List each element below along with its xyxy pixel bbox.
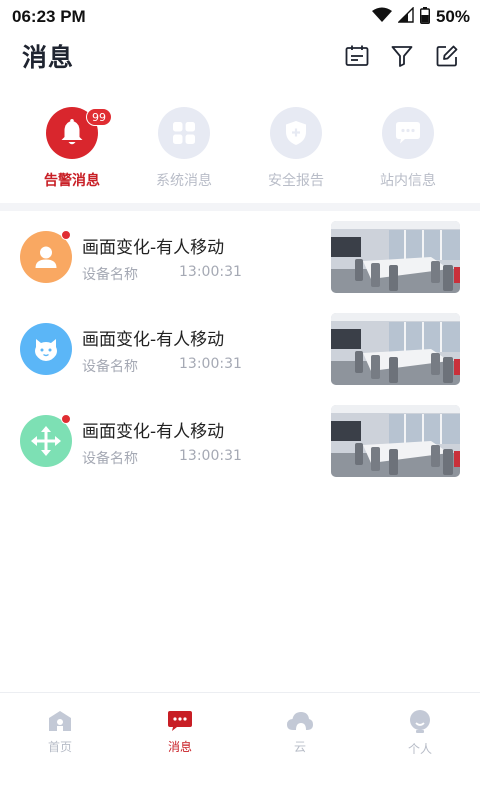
nav-profile[interactable]: 个人 <box>360 693 480 800</box>
nav-home[interactable]: 首页 <box>0 693 120 800</box>
tab-security-report[interactable]: 安全报告 <box>240 100 352 200</box>
message-device: 设备名称 <box>82 267 138 283</box>
pet-face-icon <box>35 339 57 361</box>
tab-label: 告警消息 <box>44 173 100 189</box>
chat-bubble-icon <box>396 122 420 144</box>
message-time: 13:00:31 <box>179 356 242 372</box>
edit-icon <box>436 45 458 67</box>
wifi-icon <box>371 7 392 27</box>
shield-icon <box>286 121 306 145</box>
header: 消息 <box>0 34 480 78</box>
message-icon <box>168 711 192 731</box>
cell-signal-icon <box>397 6 414 27</box>
security-category-circle <box>270 107 322 159</box>
tab-label: 安全报告 <box>268 173 324 189</box>
nav-label: 消息 <box>167 740 192 754</box>
message-device: 设备名称 <box>82 451 138 467</box>
snapshot-thumbnail[interactable] <box>331 313 460 385</box>
nav-label: 个人 <box>407 742 432 756</box>
tab-label: 系统消息 <box>156 173 212 189</box>
message-list: 画面变化-有人移动 设备名称 13:00:31 画面变化-有人移动 设备名称 1… <box>0 211 480 487</box>
person-icon <box>35 246 57 268</box>
grid-icon <box>173 122 195 144</box>
status-indicators: 50% <box>371 6 470 28</box>
message-time: 13:00:31 <box>179 264 242 280</box>
message-item[interactable]: 画面变化-有人移动 设备名称 13:00:31 <box>0 211 480 303</box>
message-device: 设备名称 <box>82 359 138 375</box>
nav-messages[interactable]: 消息 <box>120 693 240 800</box>
bell-icon <box>61 119 83 145</box>
status-time: 06:23 PM <box>12 7 86 26</box>
room-snapshot-image <box>331 313 460 385</box>
lightbulb-icon <box>410 710 430 733</box>
nav-label: 云 <box>293 740 306 754</box>
message-time: 13:00:31 <box>179 448 242 464</box>
tab-inbox-messages[interactable]: 站内信息 <box>352 100 464 200</box>
unread-badge: 99 <box>86 108 112 126</box>
category-tabs: 99 告警消息 系统消息 安全报告 站内信息 <box>0 100 480 200</box>
tab-system-messages[interactable]: 系统消息 <box>128 100 240 200</box>
message-avatar <box>20 323 72 375</box>
status-bar: 06:23 PM 50% <box>0 0 480 34</box>
system-category-circle <box>158 107 210 159</box>
calendar-button[interactable] <box>344 43 370 69</box>
room-snapshot-image <box>331 221 460 293</box>
section-divider <box>0 203 480 211</box>
tab-label: 站内信息 <box>380 173 436 189</box>
room-snapshot-image <box>331 405 460 477</box>
move-arrows-icon <box>31 426 61 456</box>
message-item[interactable]: 画面变化-有人移动 设备名称 13:00:31 <box>0 303 480 395</box>
bottom-nav: 首页 消息 云 个人 <box>0 692 480 800</box>
inbox-category-circle <box>382 107 434 159</box>
message-title: 画面变化-有人移动 <box>82 330 225 350</box>
nav-cloud[interactable]: 云 <box>240 693 360 800</box>
filter-icon <box>391 46 413 67</box>
edit-button[interactable] <box>434 43 460 69</box>
tab-alarm-messages[interactable]: 99 告警消息 <box>16 100 128 200</box>
page-title: 消息 <box>22 43 75 72</box>
unread-dot <box>61 414 71 424</box>
battery-percent: 50% <box>435 7 470 26</box>
cloud-icon <box>287 712 313 730</box>
home-icon <box>49 711 71 731</box>
battery-icon <box>419 6 430 28</box>
filter-button[interactable] <box>389 43 415 69</box>
calendar-icon <box>345 45 369 66</box>
message-item[interactable]: 画面变化-有人移动 设备名称 13:00:31 <box>0 395 480 487</box>
snapshot-thumbnail[interactable] <box>331 405 460 477</box>
nav-label: 首页 <box>47 740 72 754</box>
message-title: 画面变化-有人移动 <box>82 422 225 442</box>
snapshot-thumbnail[interactable] <box>331 221 460 293</box>
header-actions <box>344 43 460 69</box>
unread-dot <box>61 230 71 240</box>
message-title: 画面变化-有人移动 <box>82 238 225 258</box>
